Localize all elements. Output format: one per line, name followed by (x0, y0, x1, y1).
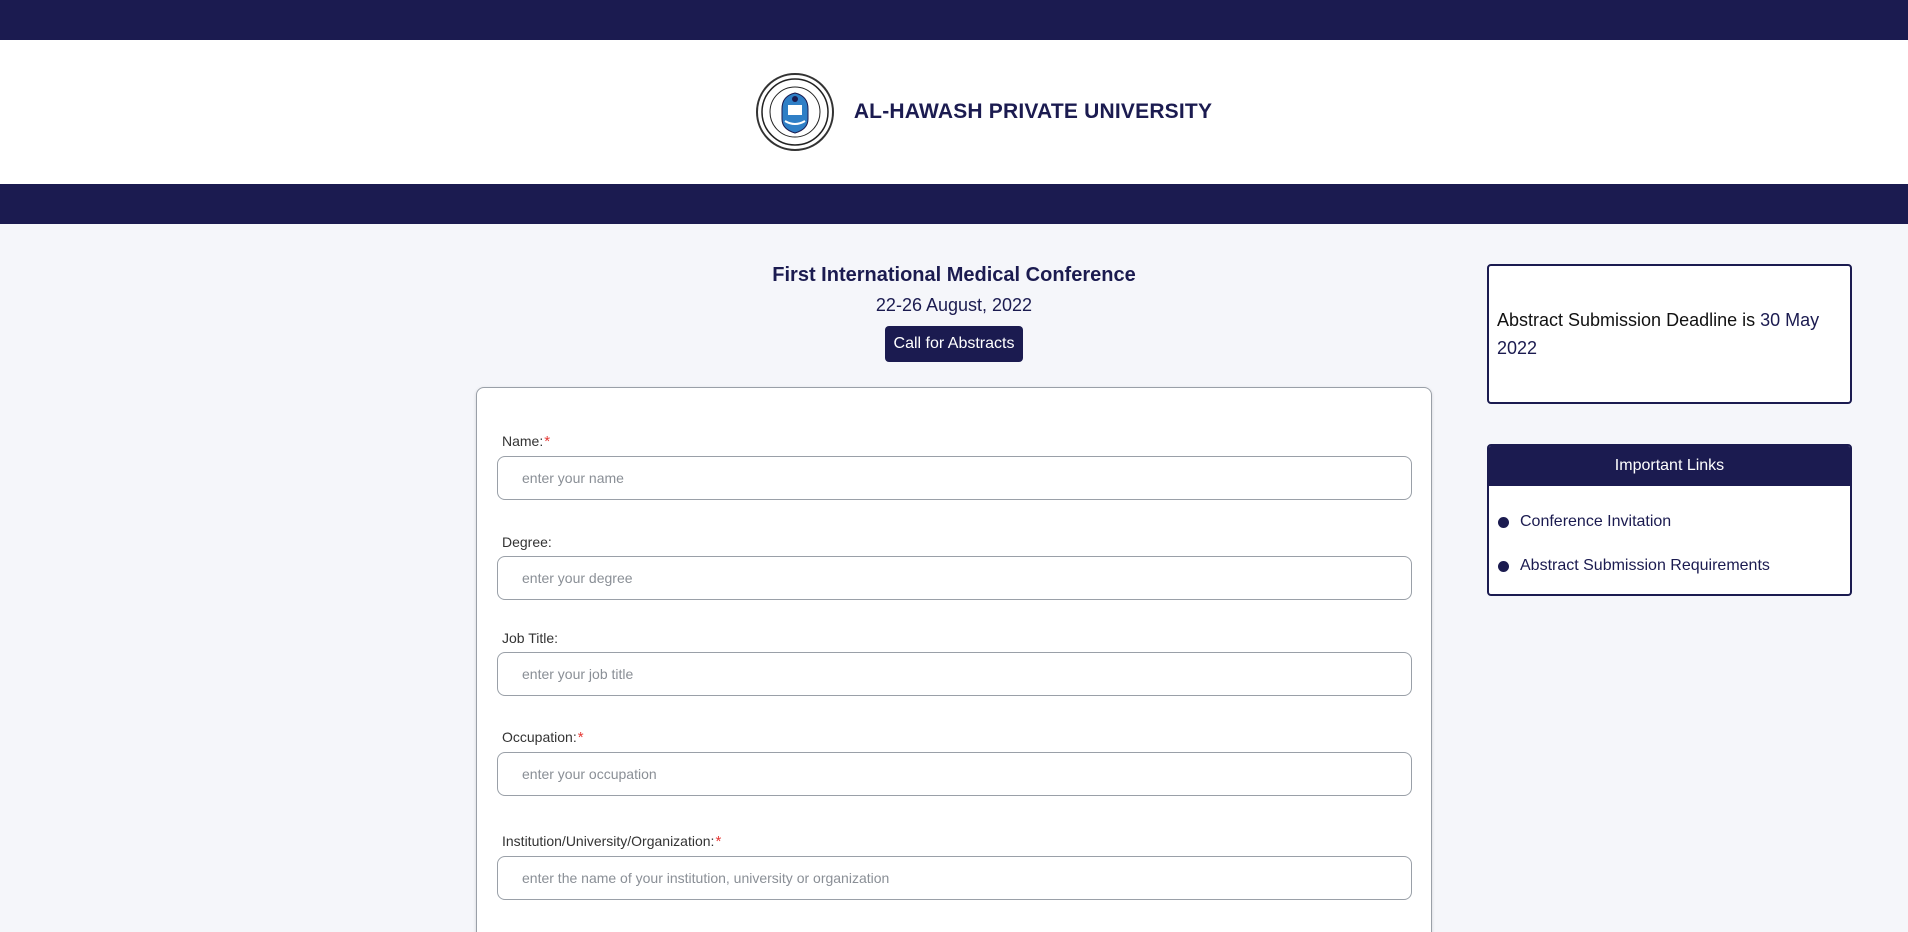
brand-block: AL-HAWASH PRIVATE UNIVERSITY (755, 73, 1213, 151)
site-header: AL-HAWASH PRIVATE UNIVERSITY (0, 40, 1908, 184)
conference-date: 22-26 August, 2022 (875, 295, 1033, 315)
degree-input[interactable] (497, 556, 1412, 600)
institution-label: Institution/University/Organization:* (502, 833, 722, 850)
job-title-input[interactable] (497, 652, 1412, 696)
link-abstract-requirements[interactable]: Abstract Submission Requirements (1498, 544, 1850, 588)
occupation-label: Occupation:* (502, 729, 584, 746)
header-bottom-bar (0, 184, 1908, 224)
job-title-field: Job Title: (497, 630, 1412, 696)
degree-label: Degree: (502, 534, 552, 550)
deadline-text: Abstract Submission Deadline is 30 May 2… (1497, 310, 1820, 358)
university-name: AL-HAWASH PRIVATE UNIVERSITY (853, 100, 1213, 123)
required-marker: * (577, 729, 584, 746)
bullet-icon (1498, 560, 1509, 572)
deadline-notice: Abstract Submission Deadline is 30 May 2… (1487, 264, 1852, 404)
name-input[interactable] (497, 456, 1412, 500)
important-links-panel: Important Links Conference Invitation Ab… (1487, 444, 1852, 596)
required-marker: * (715, 833, 722, 850)
conference-heading: First International Medical Conference 2… (476, 264, 1432, 362)
occupation-input[interactable] (497, 752, 1412, 796)
conference-title: First International Medical Conference (772, 264, 1136, 286)
bullet-icon (1498, 516, 1509, 528)
important-links-title: Important Links (1489, 446, 1850, 486)
abstract-form: Name:* Degree: Job Title: Occupation:* I… (476, 387, 1432, 932)
occupation-field: Occupation:* (497, 729, 1412, 796)
link-label[interactable]: Abstract Submission Requirements (1520, 557, 1770, 575)
name-label: Name:* (502, 433, 551, 450)
job-title-label: Job Title: (502, 630, 559, 646)
degree-field: Degree: (497, 534, 1412, 600)
important-links-list: Conference Invitation Abstract Submissio… (1489, 486, 1850, 588)
link-label[interactable]: Conference Invitation (1520, 513, 1671, 531)
university-seal-icon[interactable] (755, 73, 834, 151)
institution-input[interactable] (497, 856, 1412, 900)
required-marker: * (544, 433, 551, 450)
link-conference-invitation[interactable]: Conference Invitation (1498, 500, 1850, 544)
top-bar (0, 0, 1908, 40)
call-for-abstracts-button[interactable]: Call for Abstracts (884, 326, 1024, 362)
name-field: Name:* (497, 433, 1412, 500)
institution-field: Institution/University/Organization:* (497, 833, 1412, 900)
